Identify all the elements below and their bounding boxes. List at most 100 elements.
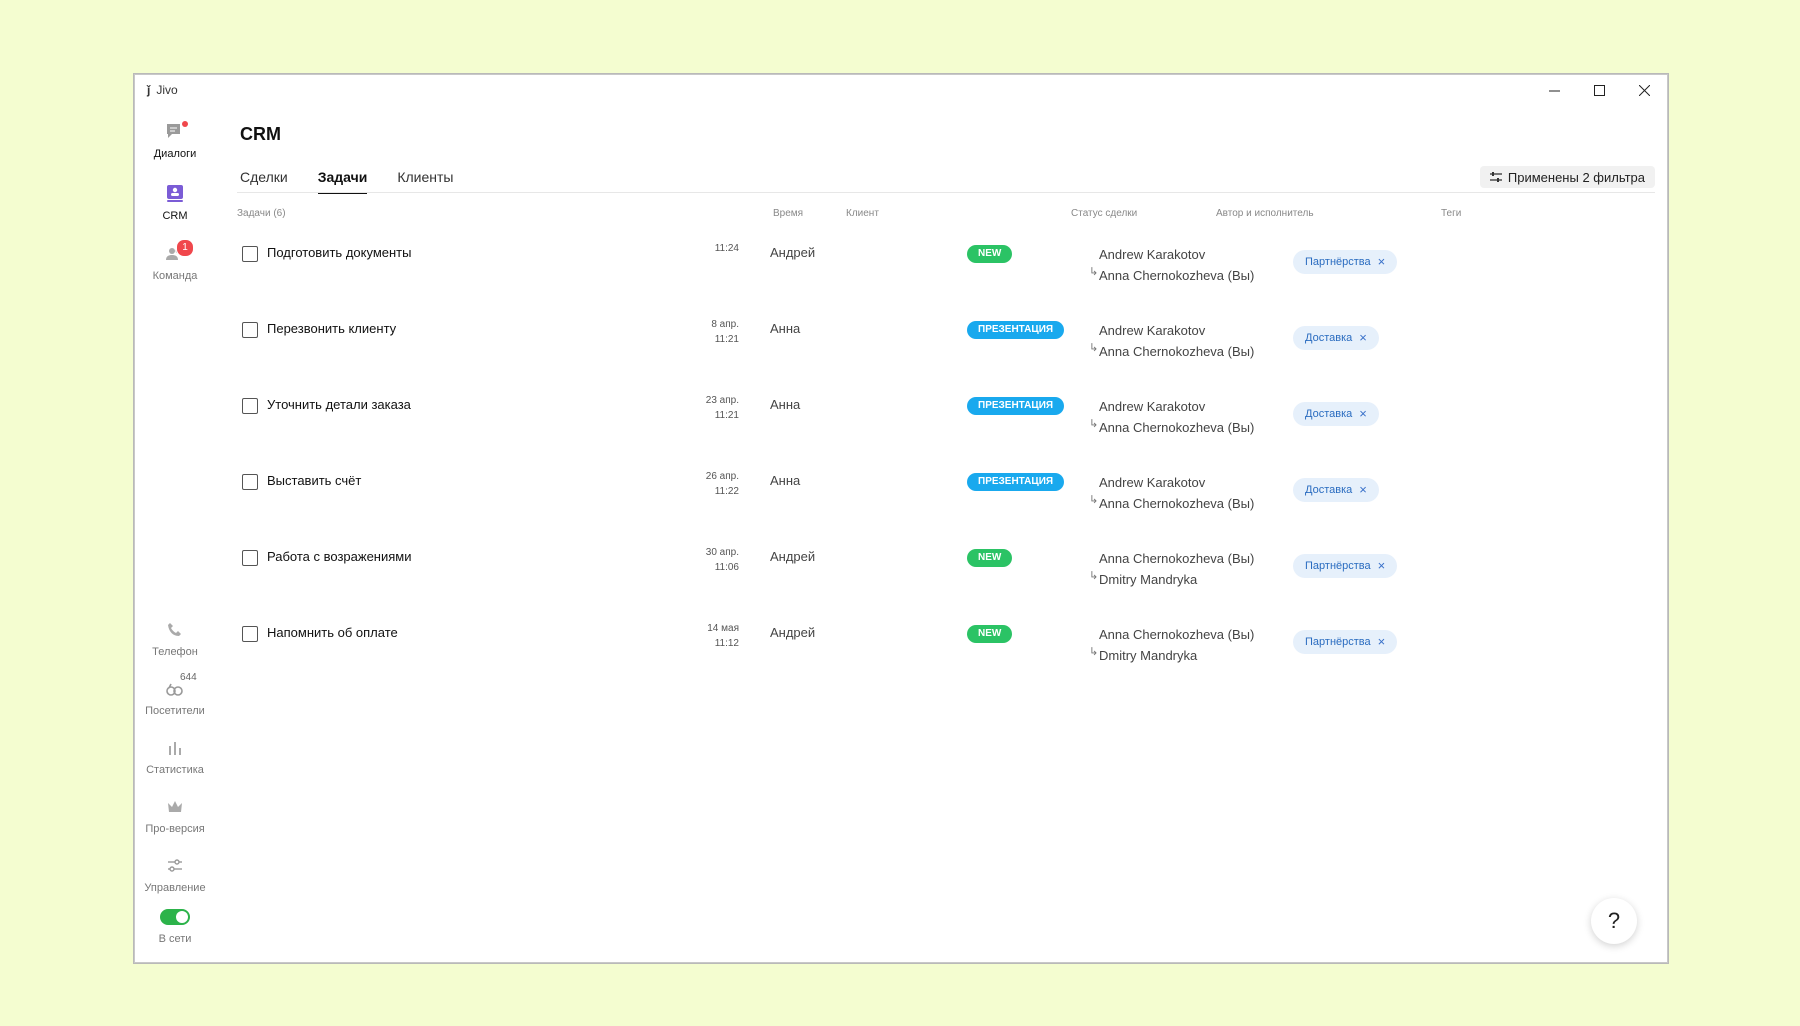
assign-arrow-icon: ↳ [1089, 418, 1099, 430]
unread-dot [182, 121, 188, 127]
tag-label: Доставка [1305, 332, 1353, 344]
filters-label: Применены 2 фильтра [1507, 169, 1645, 185]
table-row[interactable]: Напомнить об оплате 14 мая 11:12 Андрей NEW ↳… [237, 608, 1655, 684]
remove-tag-icon[interactable]: × [1378, 250, 1386, 274]
sidebar-item-label: Диалоги [153, 148, 197, 160]
maximize-button[interactable] [1577, 75, 1622, 105]
help-button[interactable]: ? [1591, 898, 1637, 944]
sidebar-item-statistics[interactable]: Статистика [135, 735, 215, 776]
tag-label: Партнёрства [1305, 256, 1371, 268]
task-checkbox[interactable] [242, 550, 258, 566]
task-clock: 11:12 [714, 638, 739, 649]
settings-sliders-icon [162, 853, 188, 879]
task-time: 8 апр. 11:21 [659, 317, 739, 347]
app-name: Jivo [156, 83, 178, 97]
sidebar-item-pro[interactable]: Про-версия [135, 794, 215, 835]
task-title: Выставить счёт [267, 473, 362, 488]
phone-icon [162, 617, 188, 643]
sidebar-item-settings[interactable]: Управление [135, 853, 215, 894]
task-assignee: Anna Chernokozheva (Вы) [1099, 420, 1255, 435]
column-header-tags: Теги [1441, 208, 1462, 219]
tab-deals[interactable]: Сделки [240, 169, 288, 194]
filters-button[interactable]: Применены 2 фильтра [1479, 166, 1655, 188]
online-status-label: В сети [158, 933, 192, 945]
task-client: Анна [770, 397, 801, 412]
task-assignee: Dmitry Mandryka [1099, 572, 1198, 587]
sidebar: Диалоги CRM 1 Команда Телефон 644 Посети… [135, 105, 215, 962]
task-checkbox[interactable] [242, 474, 258, 490]
column-header-people: Автор и исполнитель [1216, 208, 1314, 219]
tab-bar: Сделки Задачи Клиенты [240, 169, 453, 194]
tag-chip[interactable]: Доставка × [1293, 402, 1379, 426]
table-row[interactable]: Подготовить документы 11:24 Андрей NEW ↳ Andr… [237, 228, 1655, 304]
task-time: 30 апр. 11:06 [659, 545, 739, 575]
task-clock: 11:22 [714, 486, 739, 497]
task-author: Andrew Karakotov [1099, 399, 1206, 414]
remove-tag-icon[interactable]: × [1359, 326, 1367, 350]
task-assignee: Anna Chernokozheva (Вы) [1099, 496, 1255, 511]
table-row[interactable]: Уточнить детали заказа 23 апр. 11:21 Анна ПР… [237, 380, 1655, 456]
sidebar-item-phone[interactable]: Телефон [135, 617, 215, 658]
task-clock: 11:24 [714, 243, 739, 254]
app-window: ǰ Jivo Диалоги CRM 1 Команда Телефон 644… [134, 74, 1668, 963]
assign-arrow-icon: ↳ [1089, 646, 1099, 658]
task-time: 14 мая 11:12 [659, 621, 739, 651]
jivo-logo-icon: ǰ [147, 83, 151, 97]
task-assignee: Anna Chernokozheva (Вы) [1099, 344, 1255, 359]
status-badge: ПРЕЗЕНТАЦИЯ [967, 321, 1065, 339]
online-toggle-switch[interactable] [160, 909, 190, 925]
table-row[interactable]: Выставить счёт 26 апр. 11:22 Анна ПРЕЗЕНТАЦИ… [237, 456, 1655, 532]
page-title: CRM [240, 124, 281, 144]
sidebar-item-label: Команда [152, 270, 198, 282]
task-people: Anna Chernokozheva (Вы) Dmitry Mandryka [1099, 548, 1254, 590]
remove-tag-icon[interactable]: × [1359, 478, 1367, 502]
tag-chip[interactable]: Партнёрства × [1293, 554, 1398, 578]
task-author: Andrew Karakotov [1099, 475, 1206, 490]
task-people: Andrew Karakotov Anna Chernokozheva (Вы) [1099, 244, 1254, 286]
task-author: Andrew Karakotov [1099, 247, 1206, 262]
task-date: 14 мая [707, 623, 739, 634]
close-button[interactable] [1622, 75, 1667, 105]
crm-icon [162, 181, 188, 207]
chat-icon [162, 119, 188, 145]
task-time: 11:24 [659, 241, 739, 256]
task-title: Уточнить детали заказа [267, 397, 411, 412]
tag-chip[interactable]: Доставка × [1293, 326, 1379, 350]
remove-tag-icon[interactable]: × [1378, 630, 1386, 654]
app-title: ǰ Jivo [147, 83, 178, 97]
tag-chip[interactable]: Партнёрства × [1293, 630, 1398, 654]
tab-clients[interactable]: Клиенты [397, 169, 453, 194]
table-row[interactable]: Перезвонить клиенту 8 апр. 11:21 Анна ПРЕЗЕН… [237, 304, 1655, 380]
column-header-time: Время [773, 208, 804, 219]
sidebar-item-crm[interactable]: CRM [135, 181, 215, 222]
minimize-icon [1549, 90, 1560, 91]
tag-label: Партнёрства [1305, 636, 1371, 648]
task-checkbox[interactable] [242, 626, 258, 642]
task-client: Андрей [770, 245, 816, 260]
task-checkbox[interactable] [242, 322, 258, 338]
task-checkbox[interactable] [242, 246, 258, 262]
remove-tag-icon[interactable]: × [1359, 402, 1367, 426]
remove-tag-icon[interactable]: × [1378, 554, 1386, 578]
sidebar-item-visitors[interactable]: 644 Посетители [135, 672, 215, 717]
tab-tasks[interactable]: Задачи [317, 169, 368, 194]
tag-chip[interactable]: Партнёрства × [1293, 250, 1398, 274]
task-assignee: Dmitry Mandryka [1099, 648, 1198, 663]
tag-chip[interactable]: Доставка × [1293, 478, 1379, 502]
task-client: Андрей [770, 625, 816, 640]
task-client: Анна [770, 473, 801, 488]
task-checkbox[interactable] [242, 398, 258, 414]
sidebar-item-dialogs[interactable]: Диалоги [135, 119, 215, 160]
column-header-tasks: Задачи (6) [237, 208, 286, 219]
sidebar-item-team[interactable]: 1 Команда [135, 239, 215, 282]
table-row[interactable]: Работа с возражениями 30 апр. 11:06 Андрей N… [237, 532, 1655, 608]
assign-arrow-icon: ↳ [1089, 266, 1099, 278]
task-author: Andrew Karakotov [1099, 323, 1206, 338]
minimize-button[interactable] [1532, 75, 1577, 105]
statistics-icon [162, 735, 188, 761]
sidebar-item-label: CRM [162, 210, 188, 222]
status-badge: NEW [967, 549, 1013, 567]
task-title: Подготовить документы [267, 245, 412, 260]
online-status-toggle[interactable]: В сети [135, 909, 215, 945]
task-people: Andrew Karakotov Anna Chernokozheva (Вы) [1099, 472, 1254, 514]
